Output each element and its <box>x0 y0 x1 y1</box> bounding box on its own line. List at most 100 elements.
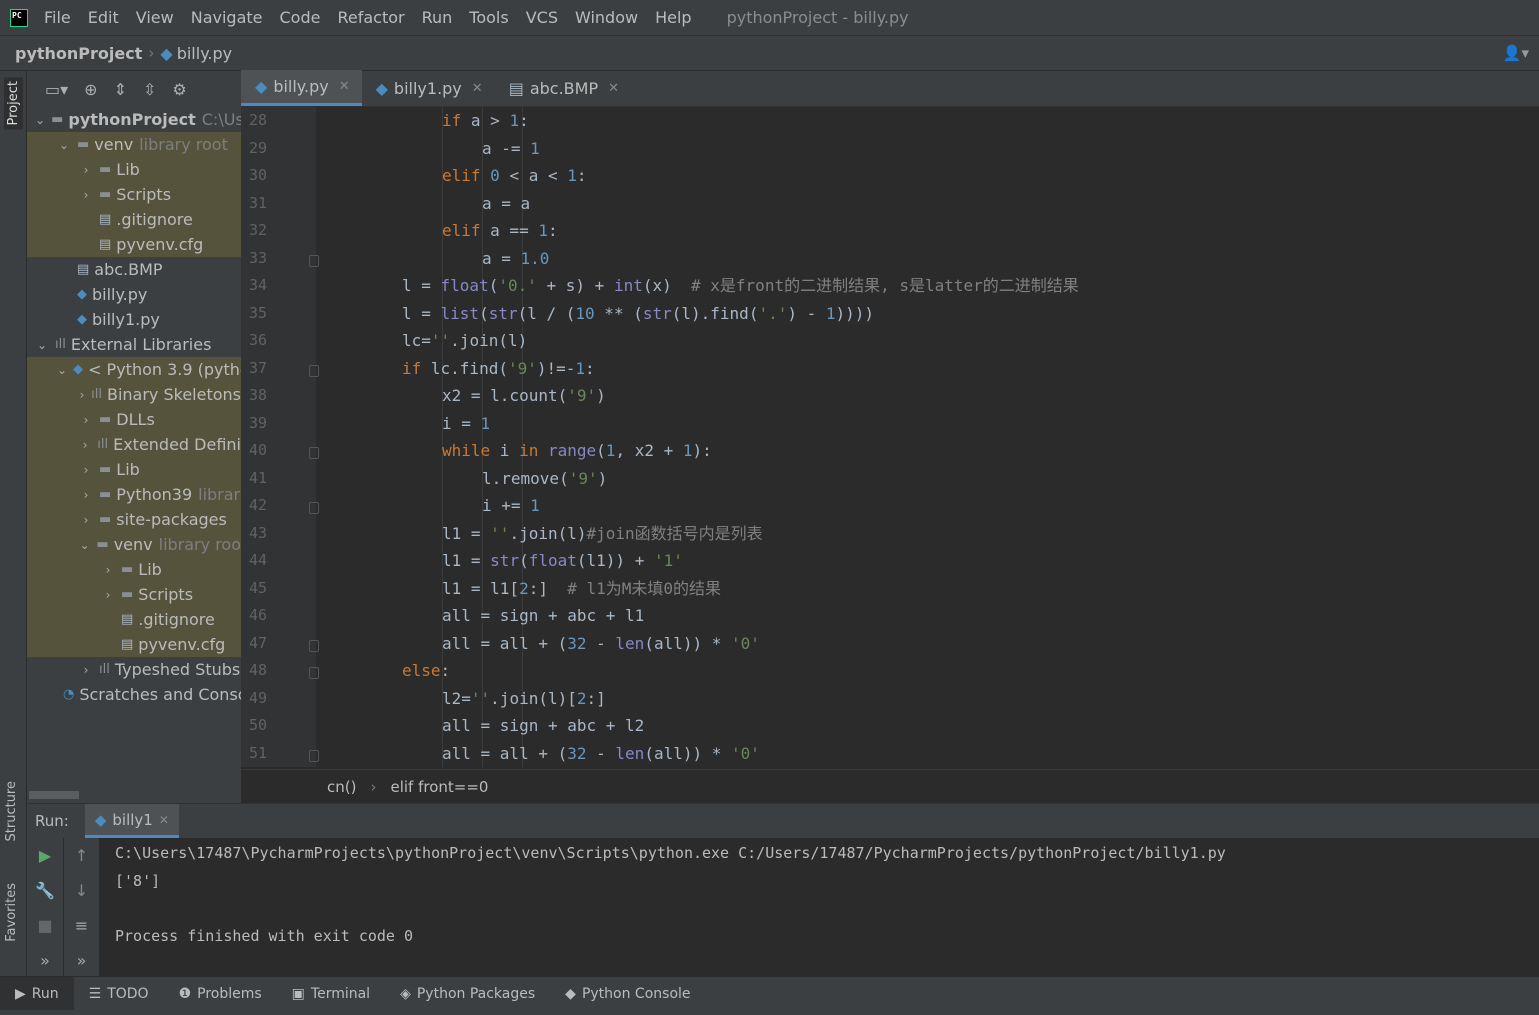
tree-node[interactable]: ⌄ ▬ pythonProject C:\Use <box>27 107 241 132</box>
run-tab[interactable]: ◆ billy1 ✕ <box>84 804 179 838</box>
breadcrumb-branch[interactable]: elif front==0 <box>390 778 488 796</box>
code-token: 2 <box>519 578 529 598</box>
close-icon[interactable]: ✕ <box>159 813 169 827</box>
editor-tab[interactable]: ◆ billy.py ✕ <box>241 70 362 106</box>
more-icon[interactable]: » <box>77 951 87 970</box>
menu-edit[interactable]: Edit <box>88 8 119 27</box>
code-token: l1 = <box>442 523 491 543</box>
close-icon[interactable]: ✕ <box>608 81 619 96</box>
python-file-icon: ◆ <box>77 287 87 302</box>
chevron-down-icon[interactable]: ⌄ <box>35 338 49 352</box>
arrow-up-icon[interactable]: ↑ <box>75 846 88 865</box>
project-tool-button[interactable]: Project <box>4 77 23 130</box>
rerun-icon[interactable]: ▶ <box>39 846 51 865</box>
tree-node[interactable]: › ▬ DLLs <box>27 407 241 432</box>
tree-node[interactable]: › ▬ Scripts <box>27 182 241 207</box>
code-token: str <box>490 551 520 570</box>
run-tool-tab[interactable]: ▶ Run <box>0 976 74 1011</box>
tree-node[interactable]: › ▬ site-packages <box>27 507 241 532</box>
tree-node[interactable]: › ▬ Python39 librar <box>27 482 241 507</box>
chevron-right-icon[interactable]: › <box>101 588 115 602</box>
tree-node[interactable]: ⌄ ◆ < Python 3.9 (pytho <box>27 357 241 382</box>
menu-help[interactable]: Help <box>655 8 691 27</box>
menu-file[interactable]: File <box>44 8 71 27</box>
close-icon[interactable]: ✕ <box>339 79 350 94</box>
problems-tool-tab[interactable]: ❶ Problems <box>164 977 277 1011</box>
chevron-right-icon[interactable]: › <box>101 563 115 577</box>
tree-node[interactable]: ◆ billy.py <box>27 282 241 307</box>
tree-node[interactable]: ▤ .gitignore <box>27 607 241 632</box>
tree-node[interactable]: ◆ billy1.py <box>27 307 241 332</box>
tree-node[interactable]: › ▬ Lib <box>27 457 241 482</box>
chevron-down-icon[interactable]: ⌄ <box>79 538 90 552</box>
tree-node[interactable]: › ıll Extended Defini <box>27 432 241 457</box>
tree-node[interactable]: ⌄ ▬ venv library roo <box>27 532 241 557</box>
chevron-right-icon[interactable]: › <box>79 413 93 427</box>
tree-node[interactable]: › ▬ Lib <box>27 157 241 182</box>
menu-window[interactable]: Window <box>575 8 638 27</box>
line-number: 28 <box>249 111 268 129</box>
chevron-right-icon[interactable]: › <box>79 388 85 402</box>
menu-navigate[interactable]: Navigate <box>191 8 263 27</box>
collapse-all-icon[interactable]: ⇳ <box>143 80 156 99</box>
wrench-icon[interactable]: 🔧 <box>35 881 55 900</box>
tree-node-label: Python39 <box>116 485 193 504</box>
tree-node[interactable]: ▤ pyvenv.cfg <box>27 232 241 257</box>
structure-tool-button[interactable]: Structure <box>4 781 19 841</box>
tree-node-label: pyvenv.cfg <box>116 235 204 254</box>
chevron-down-icon[interactable]: ⌄ <box>57 363 67 377</box>
breadcrumb-function[interactable]: cn() <box>327 778 356 796</box>
gear-icon[interactable]: ⚙ <box>172 80 186 99</box>
code-view[interactable]: if a > 1: a -= 1 elif 0 < a < 1: a = a elif … <box>316 107 1536 767</box>
menu-refactor[interactable]: Refactor <box>337 8 404 27</box>
terminal-tool-tab[interactable]: ▣ Terminal <box>277 977 385 1011</box>
code-token: '0' <box>731 743 760 763</box>
chevron-right-icon[interactable]: › <box>79 488 93 502</box>
tree-node[interactable]: ⌄ ▬ venv library root <box>27 132 241 157</box>
python-console-tool-tab[interactable]: ◆ Python Console <box>550 977 705 1011</box>
tree-node[interactable]: ▤ pyvenv.cfg <box>27 632 241 657</box>
todo-tool-tab[interactable]: ☰ TODO <box>74 977 164 1011</box>
editor-tab[interactable]: ◆ billy1.py ✕ <box>362 70 495 106</box>
locate-icon[interactable]: ⊕ <box>84 80 97 99</box>
expand-all-icon[interactable]: ⇕ <box>114 80 127 99</box>
editor-tab[interactable]: ▤ abc.BMP ✕ <box>495 70 631 106</box>
chevron-right-icon[interactable]: › <box>79 163 93 177</box>
tree-node[interactable]: › ▬ Scripts <box>27 582 241 607</box>
chevron-right-icon[interactable]: › <box>79 438 91 452</box>
nav-project-crumb[interactable]: pythonProject <box>15 44 142 63</box>
menu-view[interactable]: View <box>136 8 174 27</box>
menu-run[interactable]: Run <box>422 8 453 27</box>
tree-node[interactable]: ▤ abc.BMP <box>27 257 241 282</box>
stop-icon[interactable]: ■ <box>37 916 52 935</box>
tree-node[interactable]: › ıll Typeshed Stubs <box>27 657 241 682</box>
menu-vcs[interactable]: VCS <box>526 8 558 27</box>
user-icon[interactable]: 👤▾ <box>1503 44 1529 62</box>
more-icon[interactable]: » <box>40 951 50 970</box>
view-mode-icon[interactable]: ▭▾ <box>45 80 68 99</box>
tree-node[interactable]: ◔ Scratches and Consoles <box>27 682 241 707</box>
chevron-right-icon[interactable]: › <box>79 513 93 527</box>
chevron-right-icon[interactable]: › <box>79 663 93 677</box>
chevron-right-icon[interactable]: › <box>79 463 93 477</box>
menu-code[interactable]: Code <box>280 8 321 27</box>
horizontal-scrollbar[interactable] <box>29 791 79 799</box>
chevron-down-icon[interactable]: ⌄ <box>35 113 45 127</box>
code-token: i = <box>442 413 481 433</box>
file-icon: ▤ <box>121 612 134 627</box>
tree-node[interactable]: ▤ .gitignore <box>27 207 241 232</box>
console-output[interactable]: C:\Users\17487\PycharmProjects\pythonPro… <box>115 840 1515 950</box>
tree-node[interactable]: ⌄ ıll External Libraries <box>27 332 241 357</box>
python-packages-tool-tab[interactable]: ◈ Python Packages <box>385 977 550 1011</box>
chevron-right-icon[interactable]: › <box>79 188 93 202</box>
tree-node[interactable]: › ▬ Lib <box>27 557 241 582</box>
tree-node[interactable]: › ıll Binary Skeletons <box>27 382 241 407</box>
chevron-down-icon[interactable]: ⌄ <box>57 138 71 152</box>
close-icon[interactable]: ✕ <box>472 81 483 96</box>
code-token: range <box>547 441 597 460</box>
nav-file-crumb[interactable]: ◆ billy.py <box>160 44 232 63</box>
menu-tools[interactable]: Tools <box>469 8 508 27</box>
arrow-down-icon[interactable]: ↓ <box>75 881 88 900</box>
favorites-tool-button[interactable]: Favorites <box>4 883 19 942</box>
soft-wrap-icon[interactable]: ≡ <box>75 916 88 935</box>
